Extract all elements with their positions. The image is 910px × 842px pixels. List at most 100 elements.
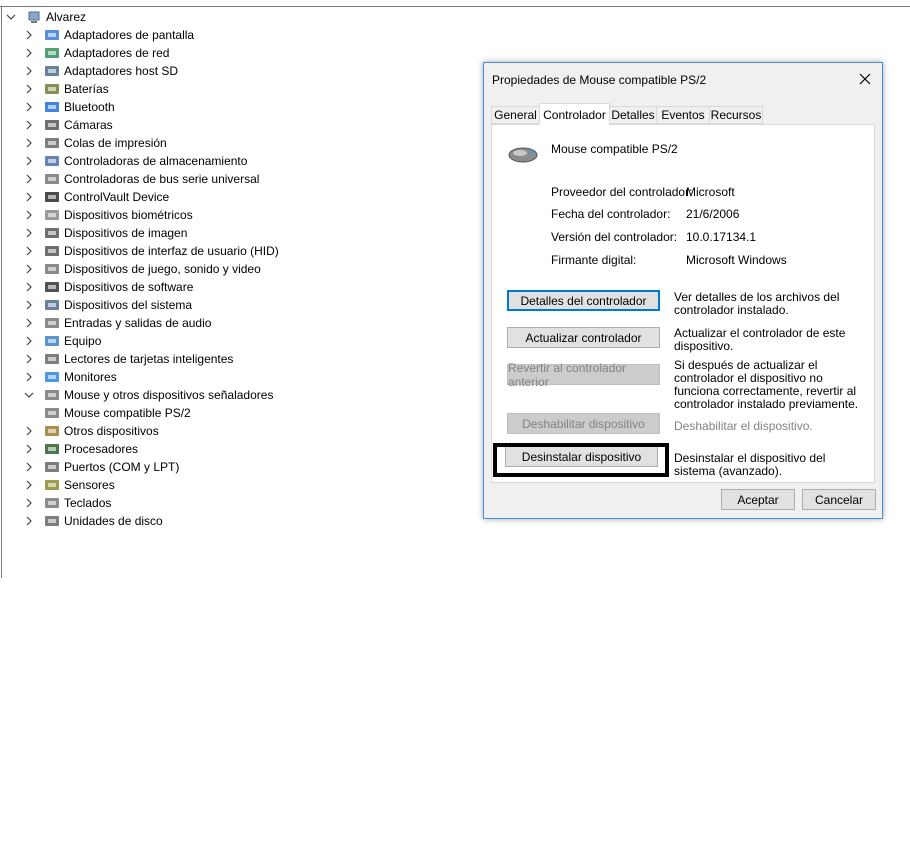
tree-item-unknown-device[interactable]: Otros dispositivos [24, 422, 159, 440]
chevron-right-icon[interactable] [24, 300, 34, 310]
mouse-icon [44, 387, 60, 403]
tree-item-controlvault[interactable]: ControlVault Device [24, 188, 169, 206]
version-value: 10.0.17134.1 [686, 230, 757, 244]
software-device-icon [44, 279, 60, 295]
tab-controlador[interactable]: Controlador [539, 103, 610, 125]
camera-icon [44, 117, 60, 133]
chevron-right-icon[interactable] [24, 336, 34, 346]
speaker-icon [44, 261, 60, 277]
chevron-right-icon[interactable] [24, 84, 34, 94]
chevron-right-icon[interactable] [24, 282, 34, 292]
tree-item-label: Adaptadores host SD [64, 64, 179, 78]
chevron-right-icon[interactable] [24, 354, 34, 364]
chevron-right-icon[interactable] [24, 66, 34, 76]
tree-item-speaker[interactable]: Dispositivos de juego, sonido y video [24, 260, 261, 278]
chevron-right-icon[interactable] [24, 102, 34, 112]
chevron-right-icon[interactable] [24, 192, 34, 202]
chevron-right-icon[interactable] [24, 30, 34, 40]
tree-item-sensor[interactable]: Sensores [24, 476, 115, 494]
tree-item-disk-drive[interactable]: Unidades de disco [24, 512, 163, 530]
update-driver-button[interactable]: Actualizar controlador [507, 327, 660, 348]
tree-item-audio-io[interactable]: Entradas y salidas de audio [24, 314, 211, 332]
window-top-border [0, 6, 910, 7]
signer-value: Microsoft Windows [686, 253, 787, 267]
tree-item-computer[interactable]: Equipo [24, 332, 101, 350]
chevron-right-icon[interactable] [24, 138, 34, 148]
fingerprint-icon [44, 207, 60, 223]
chevron-right-icon[interactable] [24, 498, 34, 508]
tree-item-system-device[interactable]: Dispositivos del sistema [24, 296, 192, 314]
tree-item-smart-card[interactable]: Lectores de tarjetas inteligentes [24, 350, 233, 368]
chevron-right-icon[interactable] [24, 174, 34, 184]
tree-item-processor[interactable]: Procesadores [24, 440, 138, 458]
tree-item-network-adapter[interactable]: Adaptadores de red [24, 44, 169, 62]
chevron-right-icon[interactable] [24, 372, 34, 382]
tree-item-keyboard[interactable]: Teclados [24, 494, 111, 512]
mouse-icon [508, 145, 540, 168]
unknown-device-icon [44, 423, 60, 439]
chevron-right-icon[interactable] [24, 156, 34, 166]
driver-details-button[interactable]: Detalles del controlador [507, 290, 660, 311]
tree-item-label: ControlVault Device [64, 190, 170, 204]
chevron-right-icon[interactable] [24, 462, 34, 472]
chevron-right-icon[interactable] [24, 228, 34, 238]
tree-item-label: Lectores de tarjetas inteligentes [64, 352, 234, 366]
disk-drive-icon [44, 513, 60, 529]
tree-item-label: Dispositivos de juego, sonido y video [64, 262, 261, 276]
tree-root-label: Alvarez [46, 10, 87, 24]
tab-detalles[interactable]: Detalles [609, 106, 657, 124]
tree-item-printer[interactable]: Colas de impresión [24, 134, 167, 152]
chevron-right-icon[interactable] [24, 120, 34, 130]
ok-button[interactable]: Aceptar [721, 489, 795, 510]
computer-icon [44, 333, 60, 349]
chevron-right-icon[interactable] [24, 48, 34, 58]
battery-icon [44, 81, 60, 97]
chevron-right-icon[interactable] [24, 318, 34, 328]
signer-label: Firmante digital: [551, 253, 637, 267]
tab-general[interactable]: General [491, 106, 540, 124]
tree-item-label: Monitores [64, 370, 117, 384]
tree-item-label: Entradas y salidas de audio [64, 316, 212, 330]
tree-item-hid[interactable]: Dispositivos de interfaz de usuario (HID… [24, 242, 279, 260]
version-label: Versión del controlador: [551, 230, 678, 244]
chevron-down-icon[interactable] [6, 12, 16, 22]
printer-icon [44, 135, 60, 151]
chevron-right-icon[interactable] [24, 210, 34, 220]
tree-item-port[interactable]: Puertos (COM y LPT) [24, 458, 179, 476]
display-adapter-icon [44, 27, 60, 43]
tree-item-display-adapter[interactable]: Adaptadores de pantalla [24, 26, 194, 44]
tree-item-mouse[interactable]: Mouse compatible PS/2 [44, 404, 191, 422]
tree-root[interactable]: Alvarez [6, 8, 86, 26]
tree-item-monitor[interactable]: Monitores [24, 368, 117, 386]
tree-item-storage-controller[interactable]: Controladoras de almacenamiento [24, 152, 247, 170]
tree-item-label: Controladoras de almacenamiento [64, 154, 248, 168]
chevron-down-icon[interactable] [24, 390, 34, 400]
tree-item-mouse[interactable]: Mouse y otros dispositivos señaladores [24, 386, 273, 404]
chevron-right-icon[interactable] [24, 426, 34, 436]
device-name: Mouse compatible PS/2 [551, 142, 678, 156]
tree-item-software-device[interactable]: Dispositivos de software [24, 278, 193, 296]
tree-item-label: Controladoras de bus serie universal [64, 172, 260, 186]
tree-item-scanner[interactable]: Dispositivos de imagen [24, 224, 187, 242]
tree-item-battery[interactable]: Baterías [24, 80, 109, 98]
cancel-button[interactable]: Cancelar [802, 489, 876, 510]
tree-item-sd-host[interactable]: Adaptadores host SD [24, 62, 178, 80]
tree-item-fingerprint[interactable]: Dispositivos biométricos [24, 206, 193, 224]
tree-item-usb[interactable]: Controladoras de bus serie universal [24, 170, 259, 188]
tree-item-label: Dispositivos de imagen [64, 226, 188, 240]
chevron-right-icon[interactable] [24, 264, 34, 274]
close-icon [859, 73, 871, 85]
scanner-icon [44, 225, 60, 241]
tree-item-camera[interactable]: Cámaras [24, 116, 113, 134]
chevron-right-icon[interactable] [24, 246, 34, 256]
chevron-right-icon[interactable] [24, 444, 34, 454]
chevron-right-icon[interactable] [24, 480, 34, 490]
usb-icon [44, 171, 60, 187]
disable-device-description: Deshabilitar el dispositivo. [674, 419, 813, 433]
chevron-right-icon[interactable] [24, 516, 34, 526]
bluetooth-icon [44, 99, 60, 115]
tree-item-bluetooth[interactable]: Bluetooth [24, 98, 115, 116]
tab-recursos[interactable]: Recursos [709, 106, 763, 124]
close-button[interactable] [854, 69, 876, 89]
tab-eventos[interactable]: Eventos [656, 106, 710, 124]
